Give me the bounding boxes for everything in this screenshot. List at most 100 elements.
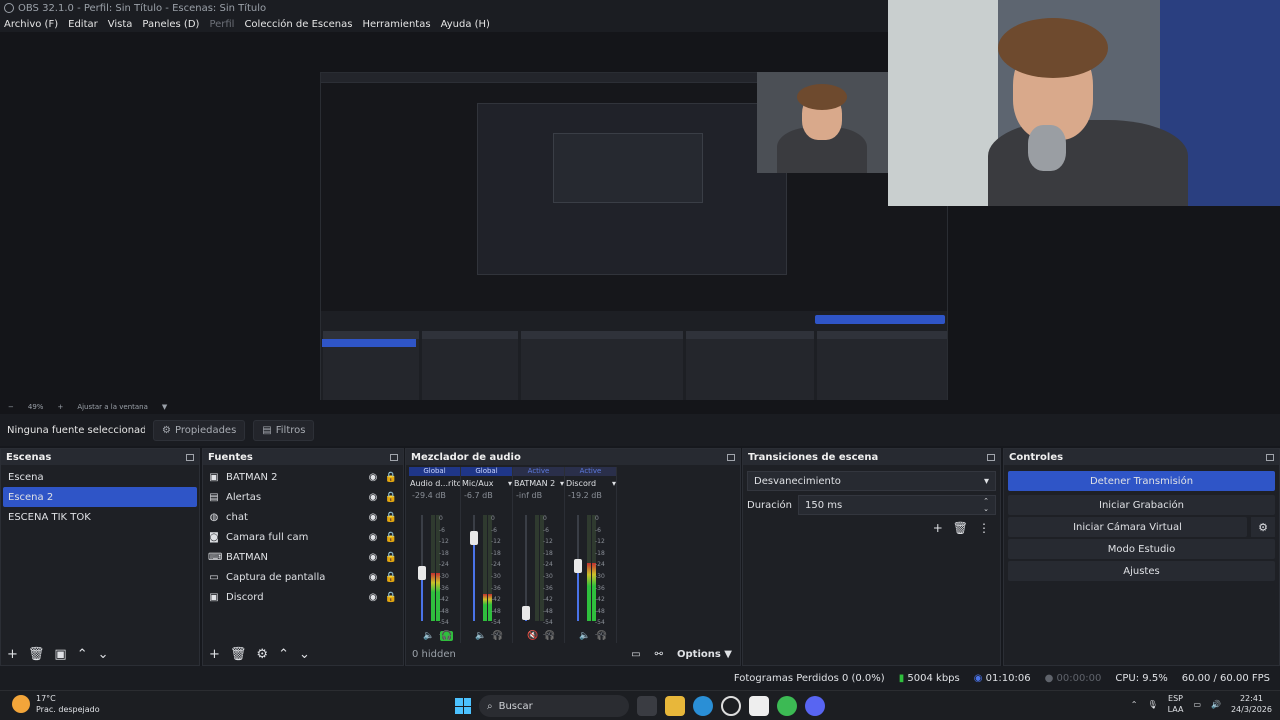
fit-window-label[interactable]: Ajustar a la ventana: [77, 403, 148, 411]
network-icon[interactable]: ▭: [1193, 700, 1201, 709]
undock-icon[interactable]: [1266, 453, 1274, 461]
speaker-icon[interactable]: 🔈: [423, 631, 434, 641]
zoom-in-button[interactable]: +: [57, 403, 63, 411]
visibility-eye-icon[interactable]: ◉: [366, 512, 380, 523]
menu-item[interactable]: Vista: [108, 19, 133, 30]
edge-icon[interactable]: [693, 696, 713, 716]
taskbar-search[interactable]: ⌕ Buscar: [479, 695, 629, 717]
scene-item[interactable]: ESCENA TIK TOK: [3, 507, 197, 527]
chevron-up-icon[interactable]: ⌃: [278, 647, 289, 662]
source-item[interactable]: ▣ Discord ◉ 🔒: [203, 587, 403, 607]
capcut-icon[interactable]: [749, 696, 769, 716]
language-indicator[interactable]: ESP LAA: [1168, 693, 1184, 715]
layout-icon[interactable]: ▭: [631, 649, 640, 660]
mic-icon[interactable]: 🎙: [1147, 700, 1157, 709]
scene-item[interactable]: Escena 2: [3, 487, 197, 507]
link-icon[interactable]: ⚯: [655, 649, 663, 660]
headphones-icon[interactable]: 🎧: [544, 631, 555, 641]
volume-icon[interactable]: 🔊: [1211, 700, 1221, 709]
undock-icon[interactable]: [727, 453, 735, 461]
visibility-eye-icon[interactable]: ◉: [366, 572, 380, 583]
source-item[interactable]: ◙ Camara full cam ◉ 🔒: [203, 527, 403, 547]
headphones-icon[interactable]: 🎧: [492, 631, 503, 641]
visibility-eye-icon[interactable]: ◉: [366, 532, 380, 543]
duration-input[interactable]: 150 ms ⌃ ⌄: [798, 495, 996, 515]
chevron-down-icon[interactable]: ⌄: [98, 647, 109, 662]
chrome-icon[interactable]: [777, 696, 797, 716]
trash-icon[interactable]: 🗑: [28, 647, 45, 662]
discord-icon[interactable]: [805, 696, 825, 716]
chevron-down-icon[interactable]: ▾: [560, 479, 564, 488]
speaker-icon[interactable]: 🔈: [475, 631, 486, 641]
visibility-eye-icon[interactable]: ◉: [366, 552, 380, 563]
chevron-down-icon[interactable]: ▾: [508, 479, 512, 488]
undock-icon[interactable]: [186, 453, 194, 461]
headphones-icon[interactable]: 🎧: [596, 631, 607, 641]
fader-handle[interactable]: [470, 531, 478, 545]
transition-select[interactable]: Desvanecimiento ▾: [747, 471, 996, 491]
lock-icon[interactable]: 🔒: [384, 492, 398, 503]
lock-icon[interactable]: 🔒: [384, 572, 398, 583]
zoom-out-button[interactable]: −: [8, 403, 14, 411]
chevron-down-icon[interactable]: ⌄: [299, 647, 310, 662]
headphones-icon[interactable]: 🎧: [440, 631, 454, 641]
start-icon[interactable]: [455, 698, 471, 714]
search-label: Buscar: [498, 700, 533, 712]
clock[interactable]: 22:41 24/3/2026: [1231, 693, 1272, 715]
more-icon[interactable]: ⋮: [978, 521, 990, 535]
speaker-icon[interactable]: 🔈: [579, 631, 590, 641]
trash-icon[interactable]: 🗑: [953, 521, 968, 535]
filter-icon[interactable]: ▣: [54, 647, 66, 662]
speaker-icon[interactable]: 🔇: [527, 631, 538, 641]
visibility-eye-icon[interactable]: ◉: [366, 592, 380, 603]
scene-item[interactable]: Escena: [3, 467, 197, 487]
add-icon[interactable]: +: [933, 521, 943, 535]
lock-icon[interactable]: 🔒: [384, 592, 398, 603]
fader-handle[interactable]: [522, 606, 530, 620]
studio-mode-button[interactable]: Modo Estudio: [1008, 539, 1275, 559]
lock-icon[interactable]: 🔒: [384, 472, 398, 483]
fader-handle[interactable]: [418, 566, 426, 580]
filters-button[interactable]: ▤ Filtros: [253, 419, 315, 441]
undock-icon[interactable]: [390, 453, 398, 461]
start-record-button[interactable]: Iniciar Grabación: [1008, 495, 1275, 515]
source-item[interactable]: ▭ Captura de pantalla ◉ 🔒: [203, 567, 403, 587]
source-item[interactable]: ⌨ BATMAN ◉ 🔒: [203, 547, 403, 567]
chevron-up-icon[interactable]: ⌃: [77, 647, 88, 662]
explorer-icon[interactable]: [665, 696, 685, 716]
menu-item[interactable]: Paneles (D): [142, 19, 199, 30]
menu-item[interactable]: Archivo (F): [4, 19, 58, 30]
add-icon[interactable]: +: [209, 647, 220, 662]
task-view-icon[interactable]: [637, 696, 657, 716]
lock-icon[interactable]: 🔒: [384, 552, 398, 563]
gear-icon[interactable]: ⚙: [256, 647, 268, 662]
visibility-eye-icon[interactable]: ◉: [366, 492, 380, 503]
menu-item[interactable]: Ayuda (H): [441, 19, 490, 30]
lock-icon[interactable]: 🔒: [384, 532, 398, 543]
properties-button[interactable]: ⚙ Propiedades: [153, 419, 246, 441]
source-item[interactable]: ▤ Alertas ◉ 🔒: [203, 487, 403, 507]
lock-icon[interactable]: 🔒: [384, 512, 398, 523]
virtual-cam-button[interactable]: Iniciar Cámara Virtual: [1008, 517, 1247, 537]
chevron-down-icon[interactable]: ▼: [162, 403, 167, 411]
undock-icon[interactable]: [987, 453, 995, 461]
gear-icon[interactable]: ⚙: [1251, 517, 1275, 537]
source-item[interactable]: ◍ chat ◉ 🔒: [203, 507, 403, 527]
stop-stream-button[interactable]: Detener Transmisión: [1008, 471, 1275, 491]
spin-icon[interactable]: ⌃ ⌄: [983, 497, 989, 513]
source-item[interactable]: ▣ BATMAN 2 ◉ 🔒: [203, 467, 403, 487]
obs-taskbar-icon[interactable]: [721, 696, 741, 716]
chevron-down-icon[interactable]: ▾: [612, 479, 616, 488]
chevron-up-icon[interactable]: ⌃: [1131, 700, 1138, 709]
menu-item[interactable]: Editar: [68, 19, 98, 30]
options-button[interactable]: Options ▼: [677, 649, 732, 660]
weather-widget[interactable]: 17°C Prac. despejado: [12, 693, 100, 715]
fader-handle[interactable]: [574, 559, 582, 573]
settings-button[interactable]: Ajustes: [1008, 561, 1275, 581]
add-icon[interactable]: +: [7, 647, 18, 662]
controls-dock: Controles Detener Transmisión Iniciar Gr…: [1003, 448, 1280, 666]
menu-item[interactable]: Colección de Escenas: [244, 19, 352, 30]
menu-item[interactable]: Herramientas: [362, 19, 430, 30]
visibility-eye-icon[interactable]: ◉: [366, 472, 380, 483]
trash-icon[interactable]: 🗑: [230, 647, 247, 662]
